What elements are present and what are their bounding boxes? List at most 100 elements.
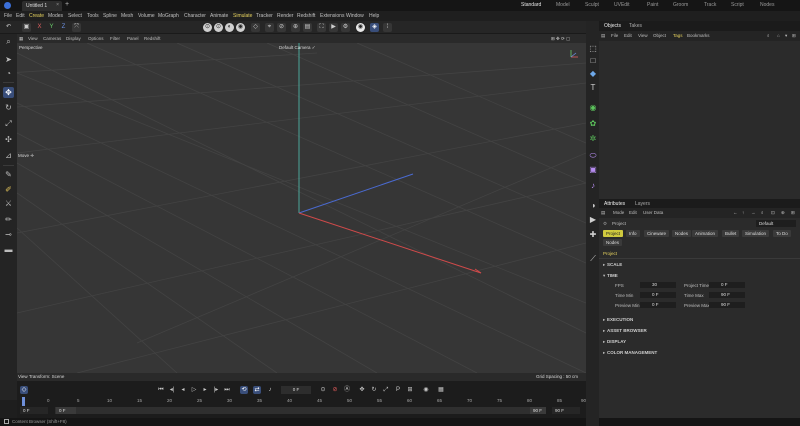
- layout-script[interactable]: Script: [731, 2, 744, 8]
- time-max-field[interactable]: 90 F: [709, 292, 745, 298]
- grid-snap-icon[interactable]: ⁞: [383, 23, 392, 32]
- cloner-icon[interactable]: ✿: [588, 119, 598, 129]
- loop-icon[interactable]: ⟲: [240, 386, 248, 394]
- key-scale-icon[interactable]: ⤢: [382, 386, 390, 394]
- collapse-icon[interactable]: ▸: [603, 262, 605, 268]
- collapse-icon[interactable]: ▸: [603, 328, 605, 334]
- chip-project[interactable]: Project: [603, 230, 624, 237]
- objects-menu-object[interactable]: Object: [653, 33, 666, 38]
- make-editable-icon[interactable]: ⊙: [203, 23, 212, 32]
- close-icon[interactable]: ×: [56, 2, 59, 8]
- select-cursor-icon[interactable]: ➤: [3, 54, 14, 65]
- knife-tool-icon[interactable]: ⚔: [3, 198, 14, 209]
- menu-mesh[interactable]: Mesh: [121, 13, 133, 19]
- chip-todo[interactable]: To Do: [773, 230, 791, 237]
- sculpt-brush-icon[interactable]: ✐: [3, 184, 14, 195]
- spline-pen-purple-icon[interactable]: ♪: [588, 181, 598, 191]
- points-mode-icon[interactable]: ⊙: [214, 23, 223, 32]
- section-display[interactable]: DISPLAY: [607, 339, 626, 344]
- viewport-menu-redshift[interactable]: Redshift: [144, 36, 161, 41]
- menu-edit[interactable]: Edit: [16, 13, 25, 19]
- viewport-menu-display[interactable]: Display: [66, 36, 81, 41]
- uv-mode-icon[interactable]: ◇: [251, 23, 260, 32]
- motion-system-icon[interactable]: ◉: [422, 386, 430, 394]
- deformer-icon[interactable]: ✲: [588, 134, 598, 144]
- menu-file[interactable]: File: [4, 13, 12, 19]
- light-icon[interactable]: ✚: [588, 230, 598, 240]
- align-tool-icon[interactable]: ⊿: [3, 150, 14, 161]
- objects-home-icon[interactable]: ⌂: [777, 33, 780, 38]
- menu-simulate[interactable]: Simulate: [233, 13, 252, 19]
- rectangle-spline-icon[interactable]: □: [588, 56, 598, 66]
- scale-tool-icon[interactable]: ⤢: [3, 118, 14, 129]
- menu-select[interactable]: Select: [68, 13, 82, 19]
- menu-window[interactable]: Window: [346, 13, 364, 19]
- attributes-menu-icon[interactable]: ▤: [601, 210, 605, 216]
- previous-frame-icon[interactable]: ◂: [179, 386, 187, 394]
- layout-uvedit[interactable]: UVEdit: [614, 2, 630, 8]
- ruler-icon[interactable]: ▬: [3, 244, 14, 255]
- attributes-menu-edit[interactable]: Edit: [629, 210, 637, 215]
- collapse-icon[interactable]: ▸: [603, 317, 605, 323]
- transform-tool-icon[interactable]: ✣: [3, 134, 14, 145]
- autokey-icon[interactable]: Ⓐ: [343, 386, 351, 394]
- camera-icon[interactable]: ▶: [588, 215, 598, 225]
- range-start-field[interactable]: 0 F: [20, 407, 48, 414]
- record-keys-icon[interactable]: ⊙: [319, 386, 327, 394]
- render-region-icon[interactable]: ⛶: [317, 23, 326, 32]
- menu-spline[interactable]: Spline: [103, 13, 117, 19]
- viewport-menu-panel[interactable]: Panel: [127, 36, 139, 41]
- viewport-menu-options[interactable]: Options: [88, 36, 104, 41]
- layout-standard[interactable]: Standard: [521, 2, 541, 8]
- objects-menu-bookmarks[interactable]: Bookmarks: [687, 33, 710, 38]
- project-time-field[interactable]: 0 F: [709, 282, 745, 288]
- chip-cineware[interactable]: Cineware: [644, 230, 670, 237]
- previous-key-icon[interactable]: ◂|: [168, 386, 176, 394]
- layout-nodes[interactable]: Nodes: [760, 2, 774, 8]
- menu-help[interactable]: Help: [369, 13, 379, 19]
- tab-attributes[interactable]: Attributes: [604, 201, 625, 207]
- go-to-end-icon[interactable]: ⏭: [223, 386, 231, 394]
- objects-menu-file[interactable]: File: [611, 33, 618, 38]
- viewport-menu-view[interactable]: View: [28, 36, 38, 41]
- menu-animate[interactable]: Animate: [210, 13, 228, 19]
- cube-tool-icon[interactable]: ◈: [370, 23, 379, 32]
- layout-sculpt[interactable]: Sculpt: [585, 2, 599, 8]
- layout-model[interactable]: Model: [556, 2, 570, 8]
- eyedropper-icon[interactable]: ⊸: [3, 229, 14, 240]
- x-axis-lock-icon[interactable]: X: [35, 23, 44, 32]
- object-list[interactable]: [599, 41, 800, 199]
- menu-character[interactable]: Character: [184, 13, 206, 19]
- null-object-icon[interactable]: ⬚: [588, 44, 598, 54]
- paint-brush-icon[interactable]: ✏: [3, 214, 14, 225]
- menu-redshift[interactable]: Redshift: [297, 13, 315, 19]
- range-end-handle[interactable]: 90 F: [530, 407, 546, 414]
- section-color-management[interactable]: COLOR MANAGEMENT: [607, 350, 657, 355]
- objects-menu-icon[interactable]: ▤: [601, 33, 605, 39]
- chip-animation[interactable]: Animation: [692, 230, 719, 237]
- section-scale[interactable]: SCALE: [607, 262, 622, 267]
- preview-max-field[interactable]: 90 F: [709, 302, 745, 308]
- menu-volume[interactable]: Volume: [138, 13, 155, 19]
- undo-icon[interactable]: ↶: [4, 23, 13, 32]
- objects-menu-edit[interactable]: Edit: [624, 33, 632, 38]
- chip-simulation[interactable]: Simulation: [742, 230, 770, 237]
- menu-mograph[interactable]: MoGraph: [158, 13, 179, 19]
- attributes-menu-mode[interactable]: Mode: [613, 210, 624, 215]
- cube-primitive-icon[interactable]: ◆: [588, 69, 598, 79]
- time-min-field[interactable]: 0 F: [640, 292, 676, 298]
- objects-search-icon[interactable]: ⌕: [767, 33, 770, 38]
- playhead-marker[interactable]: [22, 397, 25, 406]
- play-button[interactable]: ▷: [190, 386, 198, 394]
- layout-groom[interactable]: Groom: [673, 2, 688, 8]
- new-tab-icon[interactable]: +: [65, 1, 69, 8]
- content-browser-icon[interactable]: [4, 419, 9, 424]
- field-icon[interactable]: ⬭: [588, 151, 598, 161]
- collapse-icon[interactable]: ▸: [603, 339, 605, 345]
- rotate-tool-icon[interactable]: ↻: [3, 102, 14, 113]
- collapse-icon[interactable]: ▸: [603, 350, 605, 356]
- search-icon[interactable]: ⌕: [3, 36, 14, 47]
- render-settings-icon[interactable]: ⚙: [341, 23, 350, 32]
- keyframe-selection-icon[interactable]: ◇: [20, 386, 28, 394]
- objects-menu-tags[interactable]: Tags: [673, 33, 683, 38]
